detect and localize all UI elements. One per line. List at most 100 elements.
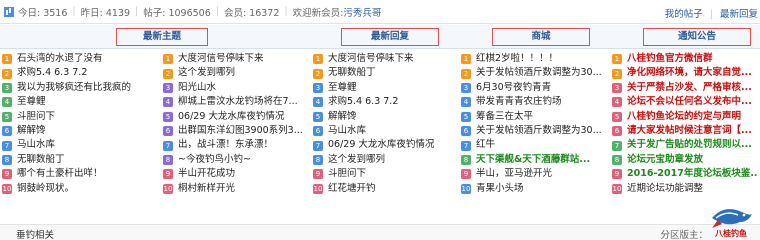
topic-title-link[interactable]: 近期论坛功能调整 [627, 182, 703, 196]
topic-title-link[interactable]: 出群国东洋幻图3900系列3... [178, 124, 303, 138]
topic-item[interactable]: 3 阳光山水 [163, 81, 308, 95]
topic-item[interactable]: 2 无聊数船丁 [313, 66, 456, 80]
topic-title-link[interactable]: 这个发到哪列 [178, 66, 235, 80]
topic-item[interactable]: 7 06/29 大龙水库夜钓情况 [313, 138, 456, 152]
topic-title-link[interactable]: 筹备三在太平 [476, 110, 533, 124]
topic-title-link[interactable]: 我以为我够疯还有比我疯的 [17, 81, 131, 95]
topic-title-link[interactable]: 关于发帖领酒斤数调整为30... [476, 124, 602, 138]
topic-item[interactable]: 10 青果小头场 [461, 182, 607, 196]
topic-item[interactable]: 9 2016-2017年度论坛板块鉴... [612, 167, 758, 181]
topic-item[interactable]: 4 至尊鲤 [2, 95, 157, 109]
topic-item[interactable]: 1 大度河信号停味下来 [163, 52, 308, 66]
topic-title-link[interactable]: 无聊数船丁 [17, 153, 65, 167]
topic-item[interactable]: 2 净化网络环境，请大家自觉... [612, 66, 758, 80]
topic-title-link[interactable]: 解解馋 [17, 124, 46, 138]
topic-title-link[interactable]: 论坛不会以任何名义发布中... [627, 95, 752, 109]
topic-title-link[interactable]: 红棋2岁啦！！！！ [476, 52, 558, 66]
topic-title-link[interactable]: 净化网络环境，请大家自觉... [627, 66, 752, 80]
topic-item[interactable]: 7 马山水库 [2, 138, 157, 152]
topic-title-link[interactable]: 解解馋 [328, 110, 357, 124]
topic-title-link[interactable]: 关于严禁占沙发、严格审核... [627, 81, 752, 95]
topic-item[interactable]: 6 关于发帖领酒斤数调整为30... [461, 124, 607, 138]
topic-title-link[interactable]: 阳光山水 [178, 81, 216, 95]
topic-title-link[interactable]: 带发青青青农庄钓场 [476, 95, 562, 109]
topic-item[interactable]: 2 求购5.4 6.3 7.2 [2, 66, 157, 80]
topic-title-link[interactable]: 八桂钓鱼论坛的约定与声明 [627, 110, 741, 124]
topic-item[interactable]: 4 柳城上雷汶水龙钓场将在7... [163, 95, 308, 109]
topic-item[interactable]: 5 斗胆问下 [2, 110, 157, 124]
topic-title-link[interactable]: 八桂钓鱼官方微信群 [627, 52, 713, 66]
topic-item[interactable]: 4 求购5.4 6.3 7.2 [313, 95, 456, 109]
topic-item[interactable]: 5 06/29 大龙水库夜钓情况 [163, 110, 308, 124]
topic-title-link[interactable]: 青果小头场 [476, 182, 524, 196]
topic-item[interactable]: 6 出群国东洋幻图3900系列3... [163, 124, 308, 138]
topic-item[interactable]: 8 论坛元宝助章发放 [612, 153, 758, 167]
topic-item[interactable]: 10 桐村新样开光 [163, 182, 308, 196]
topic-title-link[interactable]: 天下渠舰&天下酒藤群站... [476, 153, 590, 167]
topic-item[interactable]: 1 大度河信号停味下来 [313, 52, 456, 66]
topic-title-link[interactable]: 关于发广告贴的处罚规则以... [627, 138, 752, 152]
topic-title-link[interactable]: 半山，亚马逊开光 [476, 167, 552, 181]
topic-title-link[interactable]: 石头湾的水退了没有 [17, 52, 103, 66]
topic-title-link[interactable]: 大度河信号停味下来 [178, 52, 264, 66]
topic-item[interactable]: 6 解解馋 [2, 124, 157, 138]
topic-item[interactable]: 3 6月30号夜钓青青 [461, 81, 607, 95]
topic-title-link[interactable]: 柳城上雷汶水龙钓场将在7... [178, 95, 298, 109]
topic-title-link[interactable]: 半山开花成功 [178, 167, 235, 181]
topic-item[interactable]: 6 马山水库 [313, 124, 456, 138]
topic-title-link[interactable]: 关于发帖领酒斤数调整为30... [476, 66, 602, 80]
topic-title-link[interactable]: 出，战斗漂！东承漂！ [178, 138, 273, 152]
topic-item[interactable]: 3 关于严禁占沙发、严格审核... [612, 81, 758, 95]
topic-item[interactable]: 1 石头湾的水退了没有 [2, 52, 157, 66]
topic-item[interactable]: 1 八桂钓鱼官方微信群 [612, 52, 758, 66]
tab-announcements[interactable]: 通知公告 [643, 28, 751, 46]
category-title[interactable]: 垂钓相关 [16, 227, 54, 240]
topic-item[interactable]: 3 我以为我够疯还有比我疯的 [2, 81, 157, 95]
topic-item[interactable]: 9 半山开花成功 [163, 167, 308, 181]
topic-title-link[interactable]: 哪个有土豪杆出咩！ [17, 167, 103, 181]
topic-title-link[interactable]: 无聊数船丁 [328, 66, 376, 80]
topic-item[interactable]: 9 半山，亚马逊开光 [461, 167, 607, 181]
topic-title-link[interactable]: 斗胆问下 [17, 110, 55, 124]
topic-title-link[interactable]: 06/29 大龙水库夜钓情况 [328, 138, 434, 152]
topic-title-link[interactable]: 至尊鲤 [17, 95, 46, 109]
topic-title-link[interactable]: ~今夜钓鸟小钓~ [178, 153, 251, 167]
topic-item[interactable]: 2 这个发到哪列 [163, 66, 308, 80]
tab-mall[interactable]: 商城 [492, 28, 590, 46]
topic-title-link[interactable]: 马山水库 [17, 138, 55, 152]
topic-title-link[interactable]: 大度河信号停味下来 [328, 52, 414, 66]
tab-latest-replies[interactable]: 最新回复 [341, 28, 439, 46]
topic-item[interactable]: 1 红棋2岁啦！！！！ [461, 52, 607, 66]
topic-title-link[interactable]: 马山水库 [328, 124, 366, 138]
topic-title-link[interactable]: 2016-2017年度论坛板块鉴... [627, 167, 758, 181]
topic-title-link[interactable]: 红花塘开钓 [328, 182, 376, 196]
new-member-link[interactable]: 污秀兵哥 [343, 5, 381, 19]
topic-title-link[interactable]: 请大家发帖时候注意言词【... [627, 124, 752, 138]
topic-title-link[interactable]: 06/29 大龙水库夜钓情况 [178, 110, 284, 124]
topic-item[interactable]: 8 ~今夜钓鸟小钓~ [163, 153, 308, 167]
topic-item[interactable]: 5 解解馋 [313, 110, 456, 124]
topic-item[interactable]: 7 红牛 [461, 138, 607, 152]
topic-title-link[interactable]: 铜鼓岭现状。 [17, 182, 74, 196]
topic-item[interactable]: 3 至尊鲤 [313, 81, 456, 95]
topic-item[interactable]: 4 带发青青青农庄钓场 [461, 95, 607, 109]
topic-item[interactable]: 6 请大家发帖时候注意言词【... [612, 124, 758, 138]
topic-title-link[interactable]: 红牛 [476, 138, 495, 152]
topic-item[interactable]: 8 天下渠舰&天下酒藤群站... [461, 153, 607, 167]
topic-title-link[interactable]: 求购5.4 6.3 7.2 [328, 95, 398, 109]
topic-title-link[interactable]: 至尊鲤 [328, 81, 357, 95]
topic-item[interactable]: 10 红花塘开钓 [313, 182, 456, 196]
tab-latest-topics[interactable]: 最新主题 [116, 28, 208, 46]
topic-item[interactable]: 7 出，战斗漂！东承漂！ [163, 138, 308, 152]
topic-item[interactable]: 10 近期论坛功能调整 [612, 182, 758, 196]
topic-title-link[interactable]: 6月30号夜钓青青 [476, 81, 551, 95]
topic-item[interactable]: 10 铜鼓岭现状。 [2, 182, 157, 196]
topic-title-link[interactable]: 斗胆问下 [328, 167, 366, 181]
topic-item[interactable]: 5 筹备三在太平 [461, 110, 607, 124]
topic-item[interactable]: 8 无聊数船丁 [2, 153, 157, 167]
latest-reply-link[interactable]: 最新回复 [720, 9, 758, 20]
topic-item[interactable]: 5 八桂钓鱼论坛的约定与声明 [612, 110, 758, 124]
topic-item[interactable]: 9 斗胆问下 [313, 167, 456, 181]
topic-item[interactable]: 2 关于发帖领酒斤数调整为30... [461, 66, 607, 80]
topic-title-link[interactable]: 论坛元宝助章发放 [627, 153, 703, 167]
